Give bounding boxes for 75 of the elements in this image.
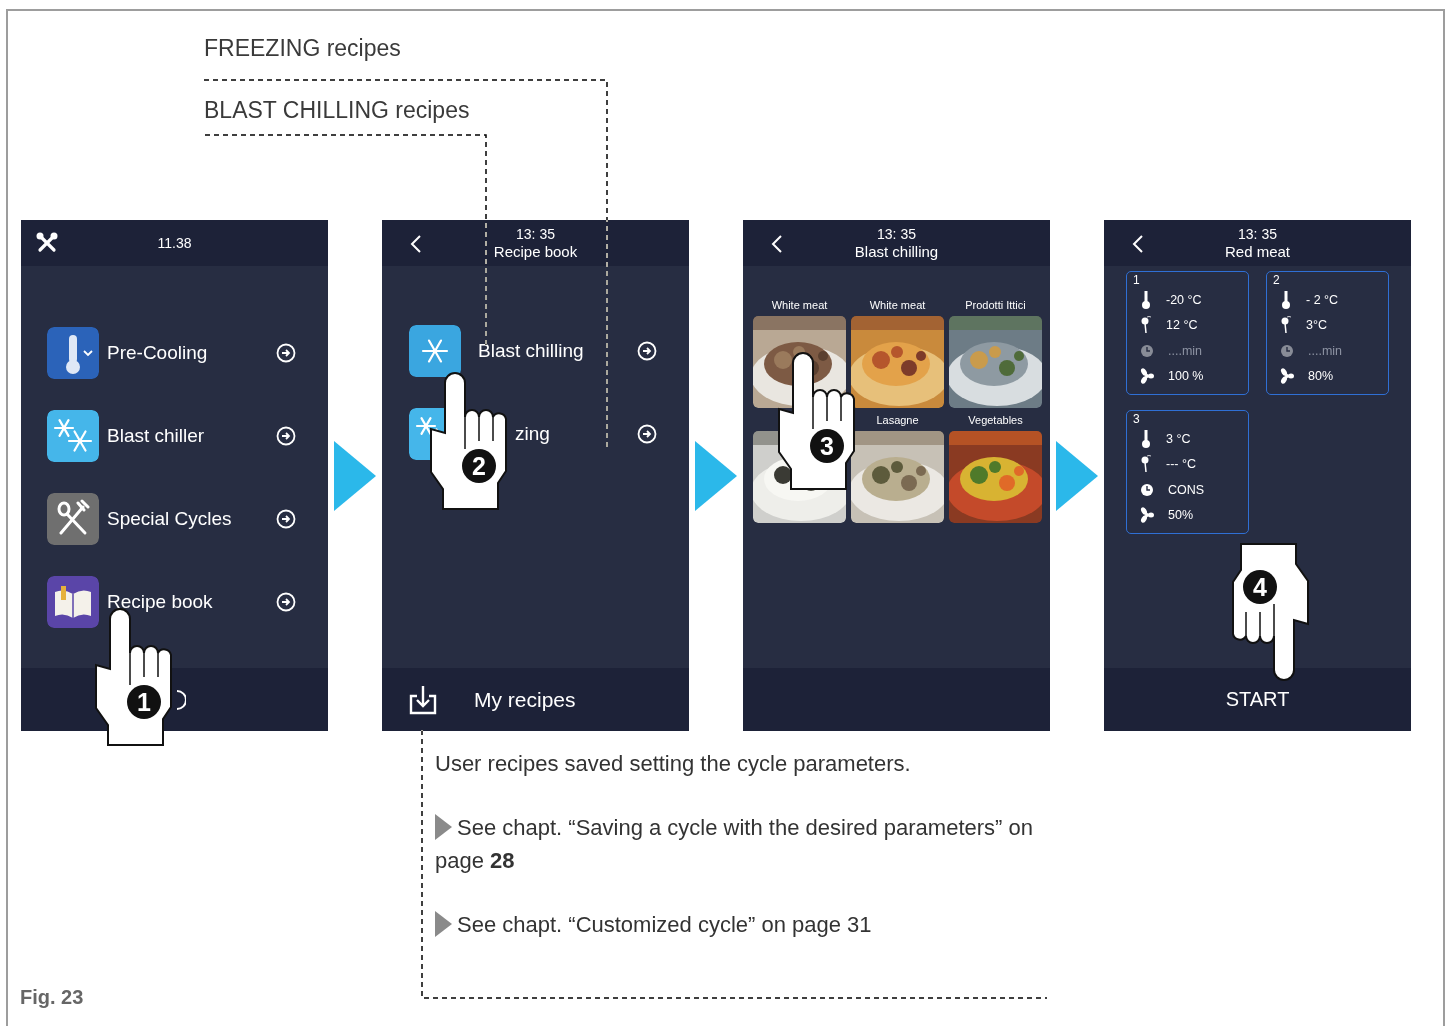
step-card[interactable]: 2 - 2 °C 3°C ....min 80% (1266, 271, 1389, 395)
tile-label: Vegetables (968, 414, 1023, 427)
menu-item[interactable]: Recipe book (107, 590, 276, 613)
menu-item[interactable]: Special Cycles (107, 507, 276, 530)
step-value: 12 °C (1166, 318, 1198, 333)
step-value: ....min (1308, 343, 1343, 358)
probe-icon (1280, 315, 1292, 336)
tile-label: White meat (869, 299, 926, 312)
pointing-hand-icon (429, 371, 509, 511)
step-value: 3 °C (1166, 431, 1191, 446)
step-value: -20 °C (1166, 292, 1202, 307)
figure-label: Fig. 23 (20, 986, 84, 1009)
step-value: 80% (1308, 369, 1334, 384)
arrow-circle-icon[interactable] (276, 508, 296, 529)
step-value: 50% (1168, 508, 1194, 523)
tile-label: White meat (771, 299, 828, 312)
menu-item[interactable]: Blast chilling (478, 339, 637, 362)
clock-time: 13: 35 (516, 225, 555, 243)
fan-icon (1140, 505, 1154, 526)
fan-icon (1140, 366, 1154, 387)
tile-label: Prodotti Ittici (965, 299, 1026, 312)
probe-icon (1140, 454, 1152, 475)
step-value: CONS (1168, 482, 1205, 497)
step-number: 1 (1133, 273, 1140, 287)
callout-label: BLAST CHILLING recipes (204, 96, 470, 124)
menu-item[interactable]: Pre-Cooling (107, 341, 276, 364)
thermometer-icon (1280, 289, 1292, 310)
arrow-circle-icon[interactable] (637, 423, 657, 444)
step-value: --- °C (1166, 457, 1196, 472)
screen-title: Red meat (1224, 242, 1290, 261)
next-arrow-icon (1056, 440, 1098, 511)
thermometer-icon (1140, 289, 1152, 310)
settings-icon[interactable] (36, 232, 58, 254)
clock-time: 11.38 (157, 234, 192, 252)
back-icon[interactable] (771, 234, 783, 254)
step-number: 2 (1273, 273, 1280, 287)
screen-title: Recipe book (493, 242, 578, 261)
step-value: 100 % (1168, 369, 1204, 384)
thermometer-icon (1140, 428, 1152, 449)
note-text: User recipes saved setting the cycle parameters. (435, 750, 912, 778)
thermometer-icon (47, 326, 99, 379)
back-icon[interactable] (1132, 234, 1144, 254)
note-text: See chapt. “Customized cycle” on page 31 (435, 908, 1075, 941)
arrow-circle-icon[interactable] (637, 340, 657, 361)
step-number: 3 (1133, 412, 1140, 426)
next-arrow-icon (695, 440, 737, 511)
download-icon[interactable] (408, 683, 438, 716)
fan-icon (1280, 366, 1294, 387)
clock-time: 13: 35 (1238, 225, 1277, 243)
probe-icon (1140, 315, 1152, 336)
next-arrow-icon (334, 440, 376, 511)
start-button[interactable]: START (1215, 684, 1300, 715)
back-icon[interactable] (410, 234, 422, 254)
clock-time: 13: 35 (877, 225, 916, 243)
callout-label: FREEZING recipes (204, 34, 401, 62)
menu-item[interactable]: zing (515, 422, 637, 445)
menu-item[interactable]: Blast chiller (107, 424, 276, 447)
step-value: ....min (1168, 343, 1203, 358)
cutlery-icon (47, 492, 99, 545)
step-value: 3°C (1306, 318, 1327, 333)
arrow-circle-icon[interactable] (276, 591, 296, 612)
step-card[interactable]: 1 -20 °C 12 °C ....min 100 % (1126, 271, 1249, 395)
step-value: - 2 °C (1306, 292, 1339, 307)
arrow-circle-icon[interactable] (276, 425, 296, 446)
pointing-hand-icon (1230, 542, 1310, 682)
step-card[interactable]: 3 3 °C --- °C CONS 50% (1126, 410, 1249, 534)
book-icon (47, 575, 99, 628)
snowflake-icon (409, 324, 461, 377)
arrow-circle-icon[interactable] (276, 342, 296, 363)
my-recipes-label[interactable]: My recipes (474, 687, 576, 712)
arc-icon[interactable] (176, 688, 186, 711)
screen-title: Blast chilling (854, 242, 939, 261)
tile-label: Lasagne (876, 414, 919, 427)
note-text: See chapt. “Saving a cycle with the desired parameters” on page 28 (435, 811, 1075, 877)
snowflakes-icon (47, 409, 99, 462)
